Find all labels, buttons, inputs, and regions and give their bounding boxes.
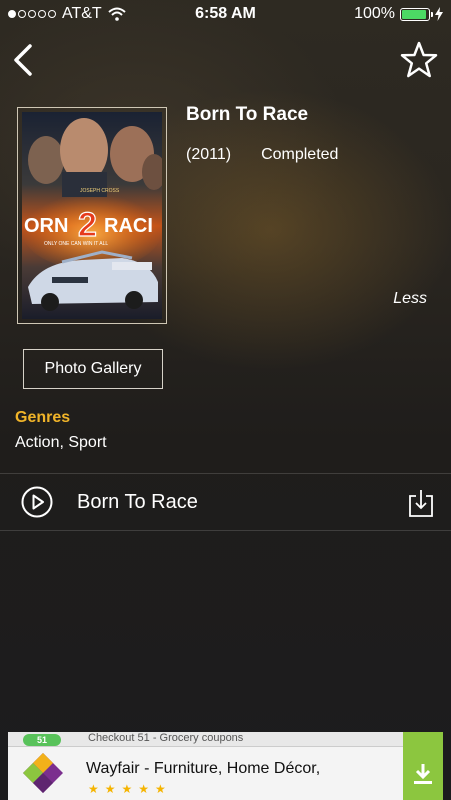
status-right: 100% [354,5,443,23]
ad-secondary-badge: 51 [23,734,61,746]
star-outline-icon [400,41,438,78]
ad-rating-stars: ★★★★★ [88,782,172,796]
ad-secondary-text: Checkout 51 - Grocery coupons [88,732,244,744]
ad-banner[interactable]: 51 Checkout 51 - Grocery coupons Wayfair… [8,732,443,800]
play-circle-icon[interactable] [21,486,53,518]
movie-status: Completed [261,146,339,163]
status-bar: AT&T 6:58 AM 100% [0,0,451,30]
download-icon[interactable] [408,488,434,518]
episode-row[interactable]: Born To Race [0,474,451,530]
movie-poster: JOSEPH CROSS ORN 2 RACI ONLY ONE CAN WIN… [17,107,167,324]
poster-headline-left: ORN [24,215,68,237]
photo-gallery-button[interactable]: Photo Gallery [23,349,163,389]
download-arrow-icon [414,764,432,784]
divider [0,530,451,531]
ad-title: Wayfair - Furniture, Home Décor, [86,760,321,777]
movie-title: Born To Race [186,104,309,125]
ad-secondary-strip[interactable]: 51 Checkout 51 - Grocery coupons [8,732,443,747]
charging-bolt-icon [435,7,443,21]
ad-download-button[interactable] [403,732,443,800]
poster-credit: JOSEPH CROSS [80,188,120,194]
genres-value: Action, Sport [15,434,107,451]
poster-headline-number: 2 [78,206,97,244]
poster-headline-right: RACI [104,215,153,237]
favorite-button[interactable] [399,40,439,80]
poster-art: JOSEPH CROSS ORN 2 RACI ONLY ONE CAN WIN… [22,112,162,319]
movie-meta: (2011) Completed [186,146,338,164]
back-button[interactable] [8,42,40,78]
chevron-left-icon [14,44,32,76]
genres-label: Genres [15,409,71,426]
wayfair-logo-icon [23,753,63,793]
battery-icon [400,7,433,21]
movie-year: (2011) [186,146,232,163]
less-toggle[interactable]: Less [393,290,427,308]
poster-tagline: ONLY ONE CAN WIN IT ALL [44,241,108,247]
battery-percent: 100% [354,5,395,22]
episode-title: Born To Race [77,491,198,513]
